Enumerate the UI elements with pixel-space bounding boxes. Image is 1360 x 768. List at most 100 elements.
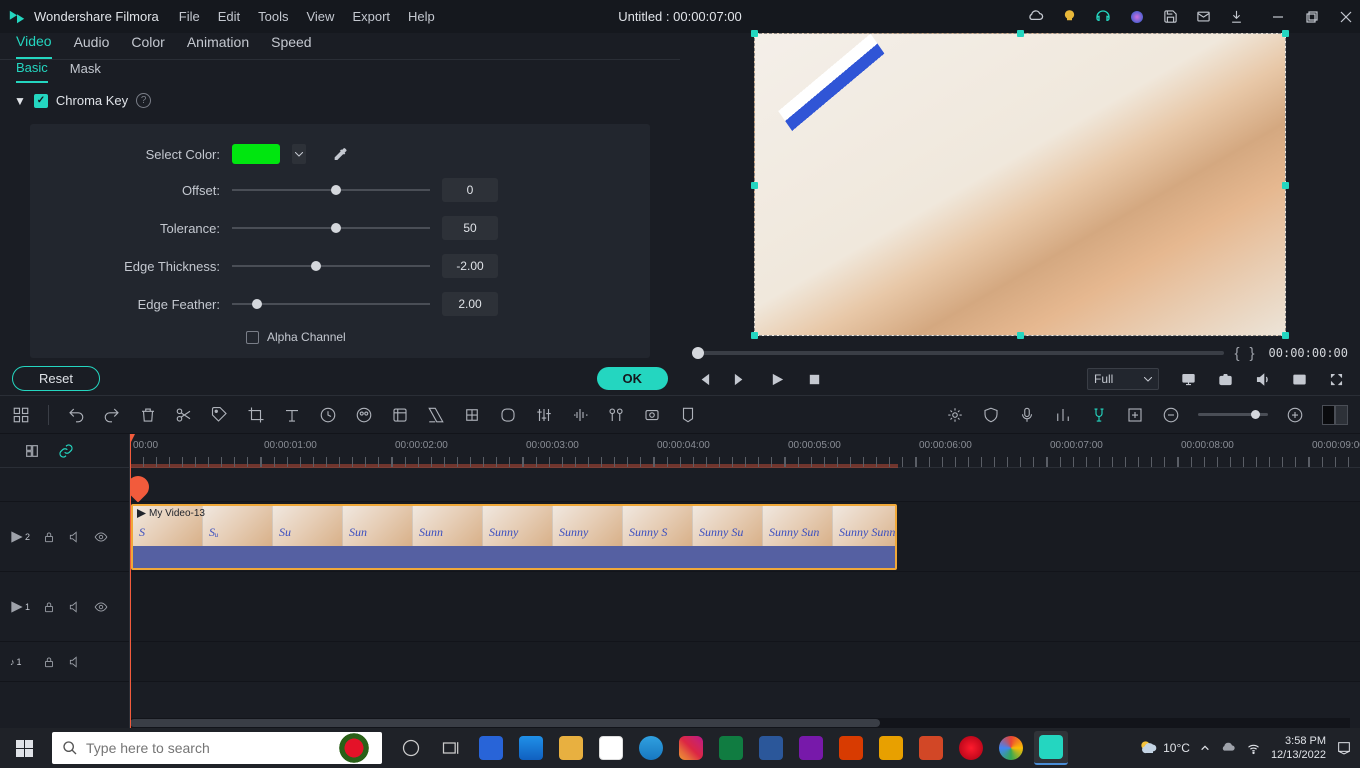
lock-icon[interactable] [42, 655, 56, 669]
menu-view[interactable]: View [306, 9, 334, 24]
timeline-marker[interactable] [130, 471, 154, 502]
lock-icon[interactable] [42, 530, 56, 544]
track-lane-a1[interactable] [130, 642, 1360, 682]
delete-icon[interactable] [139, 406, 157, 424]
taskbar-app[interactable] [674, 731, 708, 765]
mail-icon[interactable] [1196, 9, 1211, 24]
taskbar-app[interactable] [914, 731, 948, 765]
tab-basic[interactable]: Basic [16, 60, 48, 83]
taskbar-app[interactable] [874, 731, 908, 765]
zoom-out-icon[interactable] [1162, 406, 1180, 424]
wifi-icon[interactable] [1246, 741, 1261, 756]
play-icon[interactable] [770, 372, 785, 387]
taskbar-app[interactable] [474, 731, 508, 765]
start-button[interactable] [0, 728, 48, 768]
text-icon[interactable] [283, 406, 301, 424]
menu-export[interactable]: Export [352, 9, 390, 24]
shield-icon[interactable] [982, 406, 1000, 424]
link-icon[interactable] [58, 443, 74, 459]
tab-video[interactable]: Video [16, 33, 52, 59]
tab-audio[interactable]: Audio [74, 34, 110, 58]
mic-icon[interactable] [1018, 406, 1036, 424]
resize-handle[interactable] [1282, 182, 1289, 189]
notifications-icon[interactable] [1336, 740, 1352, 756]
snap-icon[interactable] [1090, 406, 1108, 424]
add-track-icon[interactable] [1126, 406, 1144, 424]
taskbar-app[interactable] [594, 731, 628, 765]
tolerance-slider[interactable] [232, 220, 430, 236]
timeline-hscroll[interactable] [130, 718, 1350, 728]
taskbar-app[interactable] [714, 731, 748, 765]
fullscreen-icon[interactable] [1329, 372, 1344, 387]
color-swatch[interactable] [232, 144, 280, 164]
eye-icon[interactable] [94, 530, 108, 544]
prev-frame-icon[interactable] [696, 372, 711, 387]
timeline-ruler[interactable]: 00:00 00:00:01:00 00:00:02:00 00:00:03:0… [130, 434, 1360, 468]
transition-icon[interactable] [427, 406, 445, 424]
pip-icon[interactable] [1292, 372, 1307, 387]
preview-canvas[interactable] [686, 33, 1354, 339]
maximize-icon[interactable] [1306, 11, 1318, 23]
resize-handle[interactable] [751, 332, 758, 339]
tag-icon[interactable] [211, 406, 229, 424]
render-icon[interactable] [946, 406, 964, 424]
taskbar-search[interactable] [52, 732, 382, 764]
mute-icon[interactable] [68, 655, 82, 669]
zoom-in-icon[interactable] [1286, 406, 1304, 424]
track-header-v1[interactable]: 1 [0, 572, 129, 642]
menu-tools[interactable]: Tools [258, 9, 288, 24]
monitor-icon[interactable] [1181, 372, 1196, 387]
mark-out-icon[interactable]: } [1250, 345, 1255, 362]
marker-band[interactable] [130, 468, 1360, 502]
track-header-a1[interactable]: ♪1 [0, 642, 129, 682]
cloud-icon[interactable] [1027, 8, 1044, 25]
track-lane-v1[interactable] [130, 572, 1360, 642]
mute-icon[interactable] [68, 600, 82, 614]
effects-icon[interactable] [391, 406, 409, 424]
keyframe-icon[interactable] [463, 406, 481, 424]
collapse-icon[interactable]: ▼ [14, 94, 26, 108]
taskbar-app[interactable] [794, 731, 828, 765]
edge-thickness-slider[interactable] [232, 258, 430, 274]
tab-color[interactable]: Color [131, 34, 164, 58]
onedrive-tray-icon[interactable] [1220, 740, 1236, 756]
edge-feather-slider[interactable] [232, 296, 430, 312]
reset-button[interactable]: Reset [12, 366, 100, 391]
tolerance-value[interactable]: 50 [442, 216, 498, 240]
lock-icon[interactable] [42, 600, 56, 614]
taskbar-app[interactable] [554, 731, 588, 765]
quality-dropdown[interactable]: Full [1087, 368, 1159, 390]
menu-file[interactable]: File [179, 9, 200, 24]
speed-icon[interactable] [319, 406, 337, 424]
split-icon[interactable] [175, 406, 193, 424]
tray-expand-icon[interactable] [1200, 743, 1210, 753]
mixer-icon[interactable] [607, 406, 625, 424]
next-frame-icon[interactable] [733, 372, 748, 387]
taskbar-app[interactable] [754, 731, 788, 765]
crop-icon[interactable] [247, 406, 265, 424]
chroma-key-header[interactable]: ▼ Chroma Key ? [0, 83, 680, 118]
minimize-icon[interactable] [1272, 11, 1284, 23]
timeline-area[interactable]: 00:00 00:00:01:00 00:00:02:00 00:00:03:0… [130, 434, 1360, 728]
view-toggle[interactable] [1322, 405, 1348, 425]
headphones-icon[interactable] [1095, 9, 1111, 25]
volume-icon[interactable] [1255, 372, 1270, 387]
resize-handle[interactable] [1017, 332, 1024, 339]
record-icon[interactable] [643, 406, 661, 424]
search-input[interactable] [86, 740, 372, 756]
offset-value[interactable]: 0 [442, 178, 498, 202]
tab-animation[interactable]: Animation [187, 34, 249, 58]
download-icon[interactable] [1229, 9, 1244, 24]
taskbar-clock[interactable]: 3:58 PM 12/13/2022 [1271, 734, 1326, 762]
menu-help[interactable]: Help [408, 9, 435, 24]
marker-icon[interactable] [679, 406, 697, 424]
edge-feather-value[interactable]: 2.00 [442, 292, 498, 316]
taskbar-app[interactable] [514, 731, 548, 765]
video-clip[interactable]: My Video-13 [131, 504, 897, 570]
seek-slider[interactable] [692, 351, 1224, 355]
weather-widget[interactable]: 10°C [1138, 738, 1190, 758]
resize-handle[interactable] [1017, 30, 1024, 37]
zoom-slider[interactable] [1198, 413, 1268, 416]
help-icon[interactable]: ? [136, 93, 151, 108]
greenscreen-icon[interactable] [499, 406, 517, 424]
